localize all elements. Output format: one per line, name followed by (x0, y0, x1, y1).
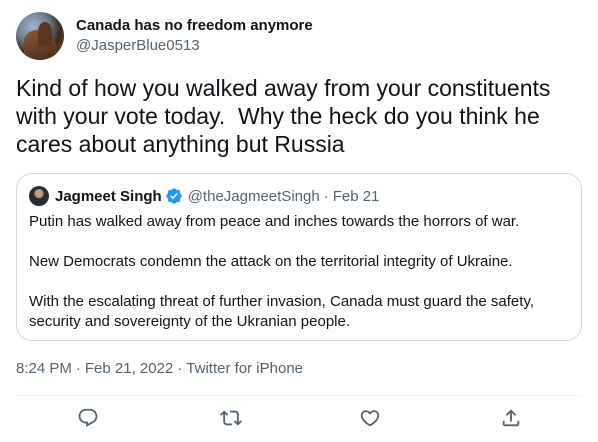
author-display-name[interactable]: Canada has no freedom anymore (76, 16, 313, 36)
meta-separator: · (75, 360, 81, 377)
tweet-date[interactable]: Feb 21, 2022 (85, 359, 173, 379)
quoted-tweet-header: Jagmeet Singh @theJagmeetSingh · Feb 21 (29, 186, 569, 206)
like-button[interactable] (356, 404, 384, 432)
share-icon (502, 409, 520, 427)
tweet-header: Canada has no freedom anymore @JasperBlu… (16, 12, 313, 60)
author-handle[interactable]: @JasperBlue0513 (76, 36, 313, 56)
tweet-actions (0, 404, 598, 432)
quoted-paragraph: With the escalating threat of further in… (29, 293, 534, 330)
quoted-date: Feb 21 (332, 187, 380, 205)
actions-divider (16, 395, 582, 396)
tweet-time[interactable]: 8:24 PM (16, 359, 72, 379)
author-avatar[interactable] (16, 12, 64, 60)
retweet-icon (220, 410, 242, 426)
tweet-card: Canada has no freedom anymore @JasperBlu… (0, 0, 598, 442)
tweet-text: Kind of how you walked away from your co… (16, 75, 557, 157)
like-icon (360, 410, 380, 427)
reply-button[interactable] (74, 404, 102, 432)
tweet-meta: 8:24 PM · Feb 21, 2022 · Twitter for iPh… (16, 359, 303, 379)
quoted-tweet-body: Putin has walked away from peace and inc… (29, 212, 569, 332)
meta-separator: · (177, 360, 183, 377)
reply-icon (78, 408, 98, 427)
quoted-tweet[interactable]: Jagmeet Singh @theJagmeetSingh · Feb 21 … (16, 173, 582, 341)
avatar-rock-peak (38, 22, 52, 46)
verified-badge-icon (166, 188, 182, 204)
quoted-paragraph: New Democrats condemn the attack on the … (29, 253, 513, 270)
quoted-author-handle: @theJagmeetSingh (187, 187, 320, 205)
retweet-button[interactable] (217, 404, 245, 432)
quoted-author-display-name: Jagmeet Singh (55, 187, 162, 205)
quoted-separator: · (323, 187, 329, 205)
author-names: Canada has no freedom anymore @JasperBlu… (76, 16, 313, 56)
quoted-author-avatar (29, 186, 49, 206)
tweet-source[interactable]: Twitter for iPhone (186, 359, 303, 379)
share-button[interactable] (497, 404, 525, 432)
quoted-paragraph: Putin has walked away from peace and inc… (29, 213, 520, 230)
